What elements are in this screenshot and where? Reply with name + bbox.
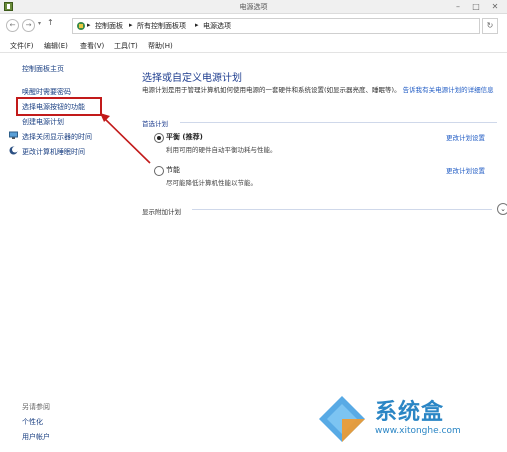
breadcrumb-control-panel[interactable]: 控制面板	[95, 21, 123, 31]
menu-file[interactable]: 文件(F)	[10, 41, 34, 51]
menu-view[interactable]: 查看(V)	[80, 41, 104, 51]
refresh-button[interactable]: ↻	[482, 18, 498, 34]
sidebar-home-link[interactable]: 控制面板主页	[22, 64, 64, 74]
plan-powersaver-settings-link[interactable]: 更改计划设置	[446, 165, 485, 175]
watermark-url: www.xitonghe.com	[375, 426, 461, 436]
window-title: 电源选项	[239, 3, 268, 11]
sidebar-item-create-plan[interactable]: 创建电源计划	[22, 117, 64, 127]
sidebar-item-wake-password[interactable]: 唤醒时需要密码	[22, 87, 71, 97]
breadcrumb-power-options[interactable]: 电源选项	[203, 21, 231, 31]
breadcrumb-sep: ▸	[129, 21, 133, 29]
menu-bar: 文件(F) 编辑(E) 查看(V) 工具(T) 帮助(H)	[0, 38, 507, 53]
section-divider	[180, 122, 497, 123]
sidebar-item-sleep-time[interactable]: 更改计算机睡眠时间	[22, 147, 85, 157]
chevron-down-icon[interactable]: ⌄	[497, 203, 507, 215]
history-dropdown-icon[interactable]: ▾	[38, 20, 41, 27]
title-bar: 电源选项 – □ ✕	[0, 0, 507, 14]
breadcrumb-sep: ▸	[195, 21, 199, 29]
page-title: 选择或自定义电源计划	[142, 73, 242, 84]
address-bar-area: ← → ▾ ↑ ▸ 控制面板 ▸ 所有控制面板项 ▸ 电源选项 ↻	[0, 14, 507, 36]
description-text: 电源计划是用于管理计算机如何使用电源的一套硬件和系统设置(如显示器亮度、睡眠等)…	[142, 86, 401, 94]
menu-edit[interactable]: 编辑(E)	[44, 41, 68, 51]
plan-powersaver-desc: 尽可能降低计算机性能以节能。	[166, 179, 257, 187]
close-button[interactable]: ✕	[488, 0, 502, 13]
back-button[interactable]: ←	[6, 19, 19, 32]
plan-powersaver-name[interactable]: 节能	[166, 165, 180, 175]
minimize-button[interactable]: –	[451, 0, 465, 13]
highlight-box	[16, 97, 102, 116]
plan-powersaver-radio[interactable]	[154, 166, 164, 176]
plan-balanced-radio[interactable]	[154, 133, 164, 143]
breadcrumb-all-items[interactable]: 所有控制面板项	[137, 21, 186, 31]
show-additional-plans[interactable]: 显示附加计划	[142, 206, 181, 216]
address-field[interactable]: ▸ 控制面板 ▸ 所有控制面板项 ▸ 电源选项	[72, 18, 480, 34]
plan-balanced-desc: 利用可用的硬件自动平衡功耗与性能。	[166, 146, 277, 154]
watermark: 系统盒 www.xitonghe.com	[315, 388, 507, 452]
additional-plans-divider	[192, 209, 492, 210]
learn-more-link[interactable]: 告诉我有关电源计划的详细信息	[403, 86, 494, 94]
brand-logo-icon	[319, 396, 365, 442]
display-icon	[9, 131, 18, 139]
moon-icon	[9, 146, 18, 155]
maximize-button[interactable]: □	[469, 0, 483, 13]
menu-help[interactable]: 帮助(H)	[148, 41, 173, 51]
see-also-heading: 另请参阅	[22, 403, 50, 411]
see-also-user-accounts[interactable]: 用户帐户	[22, 432, 50, 442]
preferred-plans-heading: 首选计划	[142, 120, 168, 128]
watermark-brand: 系统盒	[375, 400, 445, 425]
see-also-personalization[interactable]: 个性化	[22, 417, 43, 427]
plan-balanced-name[interactable]: 平衡 (推荐)	[166, 132, 203, 142]
forward-button[interactable]: →	[22, 19, 35, 32]
up-button[interactable]: ↑	[47, 18, 54, 27]
sidebar-item-display-off[interactable]: 选择关闭显示器的时间	[22, 132, 92, 142]
menu-tools[interactable]: 工具(T)	[114, 41, 138, 51]
page-description: 电源计划是用于管理计算机如何使用电源的一套硬件和系统设置(如显示器亮度、睡眠等)…	[142, 85, 507, 95]
breadcrumb-sep: ▸	[87, 21, 91, 29]
control-panel-icon	[77, 22, 85, 30]
plan-balanced-settings-link[interactable]: 更改计划设置	[446, 132, 485, 142]
